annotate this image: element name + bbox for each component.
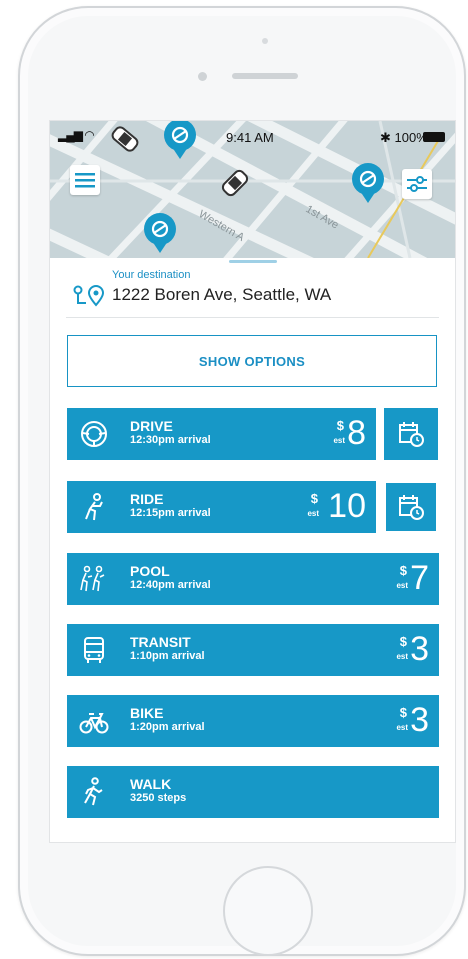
sheet-drag-handle[interactable] [229, 260, 277, 263]
estimate-label: est [396, 581, 408, 590]
show-options-button[interactable]: SHOW OPTIONS [67, 335, 437, 387]
estimate-label: est [333, 436, 345, 445]
status-bar: ▂▄▆ ◠ 9:41 AM ✱ 100% [50, 127, 455, 145]
location-pin-icon [73, 285, 105, 307]
price-value: 8 [347, 414, 366, 452]
battery-icon [423, 132, 445, 142]
option-arrival: 12:30pm arrival [130, 434, 211, 446]
signal-icon: ▂▄▆ ◠ [58, 128, 95, 142]
rider-icon [85, 493, 103, 521]
estimate-label: est [307, 509, 319, 518]
app-screen: Western A 1st Ave ▂▄▆ ◠ 9:41 AM ✱ 100% Y… [49, 120, 456, 843]
bike-icon [79, 713, 109, 734]
option-pool[interactable]: POOL 12:40pm arrival $ est 7 [67, 553, 439, 605]
option-name: RIDE [130, 491, 164, 507]
pool-riders-icon [80, 565, 105, 592]
price-value: 10 [328, 487, 366, 525]
earpiece-speaker [232, 73, 298, 79]
home-button[interactable] [223, 866, 313, 956]
front-camera [198, 72, 207, 81]
option-name: TRANSIT [130, 634, 191, 650]
status-time: 9:41 AM [226, 130, 274, 145]
bus-icon [84, 637, 104, 663]
currency-symbol: $ [336, 418, 344, 433]
price-value: 3 [410, 701, 429, 739]
schedule-ride-button[interactable] [384, 481, 438, 533]
option-walk[interactable]: WALK 3250 steps [67, 766, 439, 818]
estimate-label: est [396, 652, 408, 661]
option-arrival: 12:40pm arrival [130, 579, 211, 591]
map-view[interactable]: Western A 1st Ave ▂▄▆ ◠ 9:41 AM ✱ 100% [50, 121, 455, 258]
option-arrival: 1:10pm arrival [130, 650, 205, 662]
destination-divider [66, 317, 439, 318]
filter-button[interactable] [402, 169, 432, 199]
currency-symbol: $ [399, 563, 407, 578]
currency-symbol: $ [310, 491, 318, 506]
option-name: POOL [130, 563, 170, 579]
walking-person-icon [84, 777, 103, 806]
option-name: DRIVE [130, 418, 173, 434]
price-estimate: $ est 10 [286, 485, 366, 529]
currency-symbol: $ [399, 705, 407, 720]
price-value: 7 [410, 559, 429, 597]
estimate-label: est [396, 723, 408, 732]
schedule-ride-inner [386, 483, 436, 531]
price-value: 3 [410, 630, 429, 668]
option-steps: 3250 steps [130, 792, 187, 804]
option-arrival: 12:15pm arrival [130, 507, 211, 519]
currency-symbol: $ [399, 634, 407, 649]
destination-field[interactable]: 1222 Boren Ave, Seattle, WA [112, 285, 331, 305]
battery-percent: ✱ 100% [380, 130, 428, 145]
option-bike[interactable]: BIKE 1:20pm arrival $ est 3 [67, 695, 439, 747]
top-sensor [262, 38, 268, 44]
option-ride[interactable]: RIDE 12:15pm arrival $ est 10 [67, 481, 376, 533]
destination-label: Your destination [112, 269, 191, 281]
option-transit[interactable]: TRANSIT 1:10pm arrival $ est 3 [67, 624, 439, 676]
option-arrival: 1:20pm arrival [130, 721, 205, 733]
menu-button[interactable] [70, 165, 100, 195]
sliders-icon [407, 176, 427, 192]
hamburger-icon [75, 173, 95, 188]
steering-wheel-icon [81, 421, 107, 447]
option-drive[interactable]: DRIVE 12:30pm arrival $ est 8 [67, 408, 376, 460]
schedule-drive-button[interactable] [384, 408, 438, 460]
calendar-clock-icon [399, 422, 424, 447]
option-name: WALK [130, 776, 172, 792]
calendar-clock-icon [399, 495, 424, 520]
option-name: BIKE [130, 705, 164, 721]
